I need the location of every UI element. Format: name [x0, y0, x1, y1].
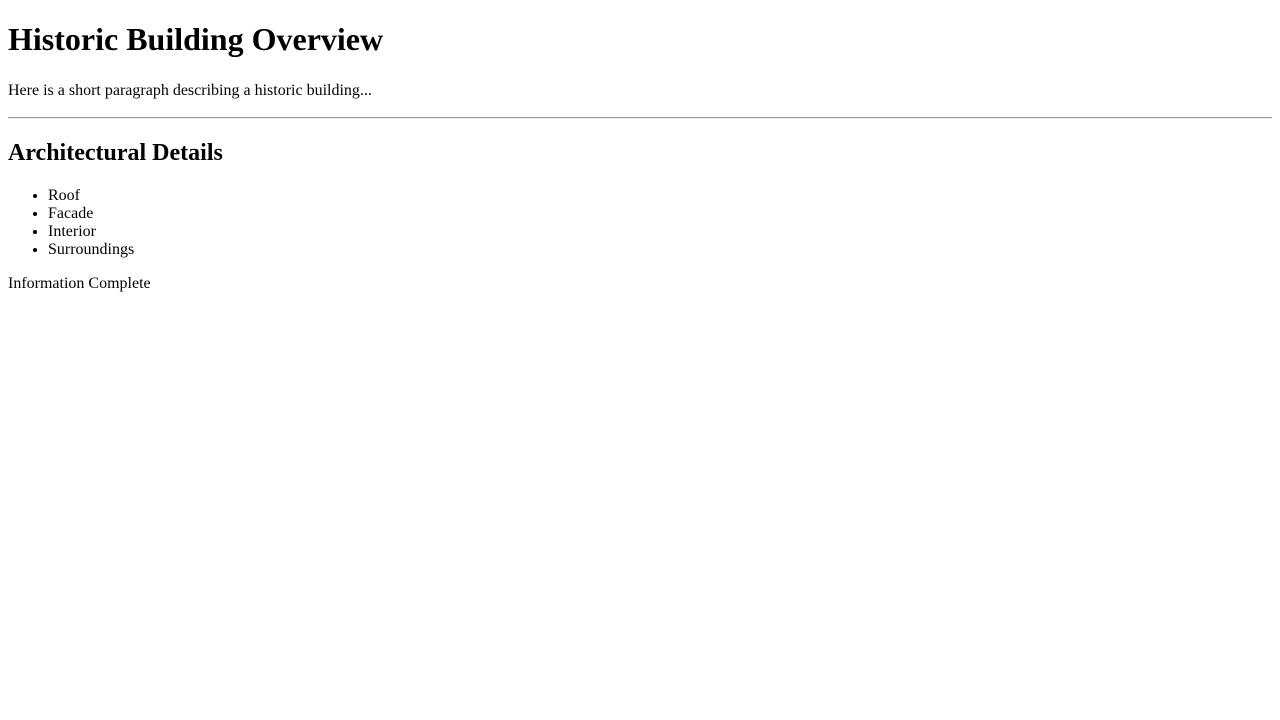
document-page: Historic Building Overview Here is a sho…	[0, 21, 1280, 293]
list-item-facade: Facade	[48, 205, 1272, 223]
page-title: Historic Building Overview	[8, 21, 384, 57]
section-divider	[8, 117, 1272, 119]
section-heading: Architectural Details	[8, 140, 223, 166]
list-item-roof: Roof	[48, 187, 1272, 205]
intro-paragraph: Here is a short paragraph describing a h…	[8, 82, 372, 99]
list-item-surroundings: Surroundings	[48, 241, 1272, 259]
details-list: Roof Facade Interior Surroundings	[8, 187, 1272, 259]
list-item-interior: Interior	[48, 223, 1272, 241]
status-text: Information Complete	[8, 275, 151, 292]
